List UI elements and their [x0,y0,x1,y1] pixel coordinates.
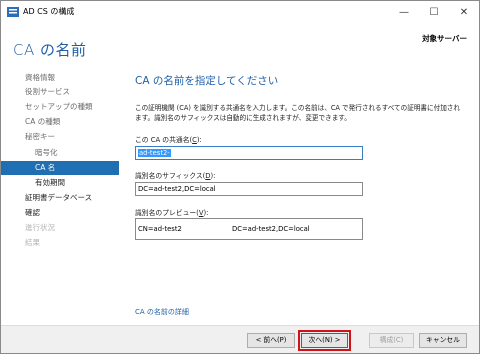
title-bar: AD CS の構成 — ☐ ✕ [1,1,479,23]
next-button-highlight [298,330,351,351]
more-about-ca-name-link[interactable]: CA の名前の詳細 [135,307,189,317]
nav-item-private-key[interactable]: 秘密キー [1,130,119,144]
common-name-label: この CA の共通名(C): [135,136,202,144]
nav-item-confirmation[interactable]: 確認 [1,206,119,220]
nav-item-ca-type[interactable]: CA の種類 [1,115,119,129]
dn-preview-box: CN=ad-test2 DC=ad-test2,DC=local [135,218,363,240]
target-server-label: 対象サーバー [422,34,467,43]
configure-button: 構成(C) [369,333,414,348]
nav-item-results: 結果 [25,238,40,247]
maximize-icon[interactable]: ☐ [419,1,449,23]
page-header: CA の名前 対象サーバー [1,23,479,67]
nav-item-progress: 進行状況 [25,223,55,232]
nav-item-validity-period[interactable]: 有効期間 [1,176,119,190]
nav-item-setup-type[interactable]: セットアップの種類 [1,100,119,114]
back-button[interactable]: < 前へ(P) [247,333,295,348]
common-name-input[interactable]: ad-test2- [135,146,363,160]
minimize-icon[interactable]: — [389,1,419,23]
nav-item-ca-name[interactable]: CA 名 [1,161,119,175]
page-title: CA の名前 [13,41,87,59]
wizard-nav: 資格情報 役割サービス セットアップの種類 CA の種類 秘密キー 暗号化 CA… [1,67,119,317]
main-content: CA の名前を指定してください この証明機関 (CA) を識別する共通名を入力し… [135,67,465,327]
dn-suffix-value: DC=ad-test2,DC=local [138,185,216,193]
window-title: AD CS の構成 [23,7,75,16]
nav-item-credentials[interactable]: 資格情報 [1,71,119,85]
common-name-value: ad-test2- [138,149,171,157]
nav-item-role-services[interactable]: 役割サービス [1,85,119,99]
description-text: この証明機関 (CA) を識別する共通名を入力します。この名前は、CA で発行さ… [135,104,460,122]
dn-preview-label: 識別名のプレビュー(V): [135,209,209,217]
dn-preview-value-end: DC=ad-test2,DC=local [232,225,310,233]
nav-item-cryptography[interactable]: 暗号化 [1,146,119,160]
nav-item-certificate-database[interactable]: 証明書データベース [1,191,119,205]
wizard-window: AD CS の構成 — ☐ ✕ CA の名前 対象サーバー 資格情報 役割サービ… [0,0,480,354]
dn-preview-value-start: CN=ad-test2 [138,225,182,233]
dn-suffix-label: 識別名のサフィックス(D): [135,172,216,180]
cancel-button[interactable]: キャンセル [419,333,467,348]
server-app-icon [7,7,19,17]
dn-suffix-input[interactable]: DC=ad-test2,DC=local [135,182,363,196]
content-heading: CA の名前を指定してください [135,75,279,87]
close-icon[interactable]: ✕ [449,1,479,23]
wizard-footer: < 前へ(P) 次へ(N) > 構成(C) キャンセル [1,325,479,353]
